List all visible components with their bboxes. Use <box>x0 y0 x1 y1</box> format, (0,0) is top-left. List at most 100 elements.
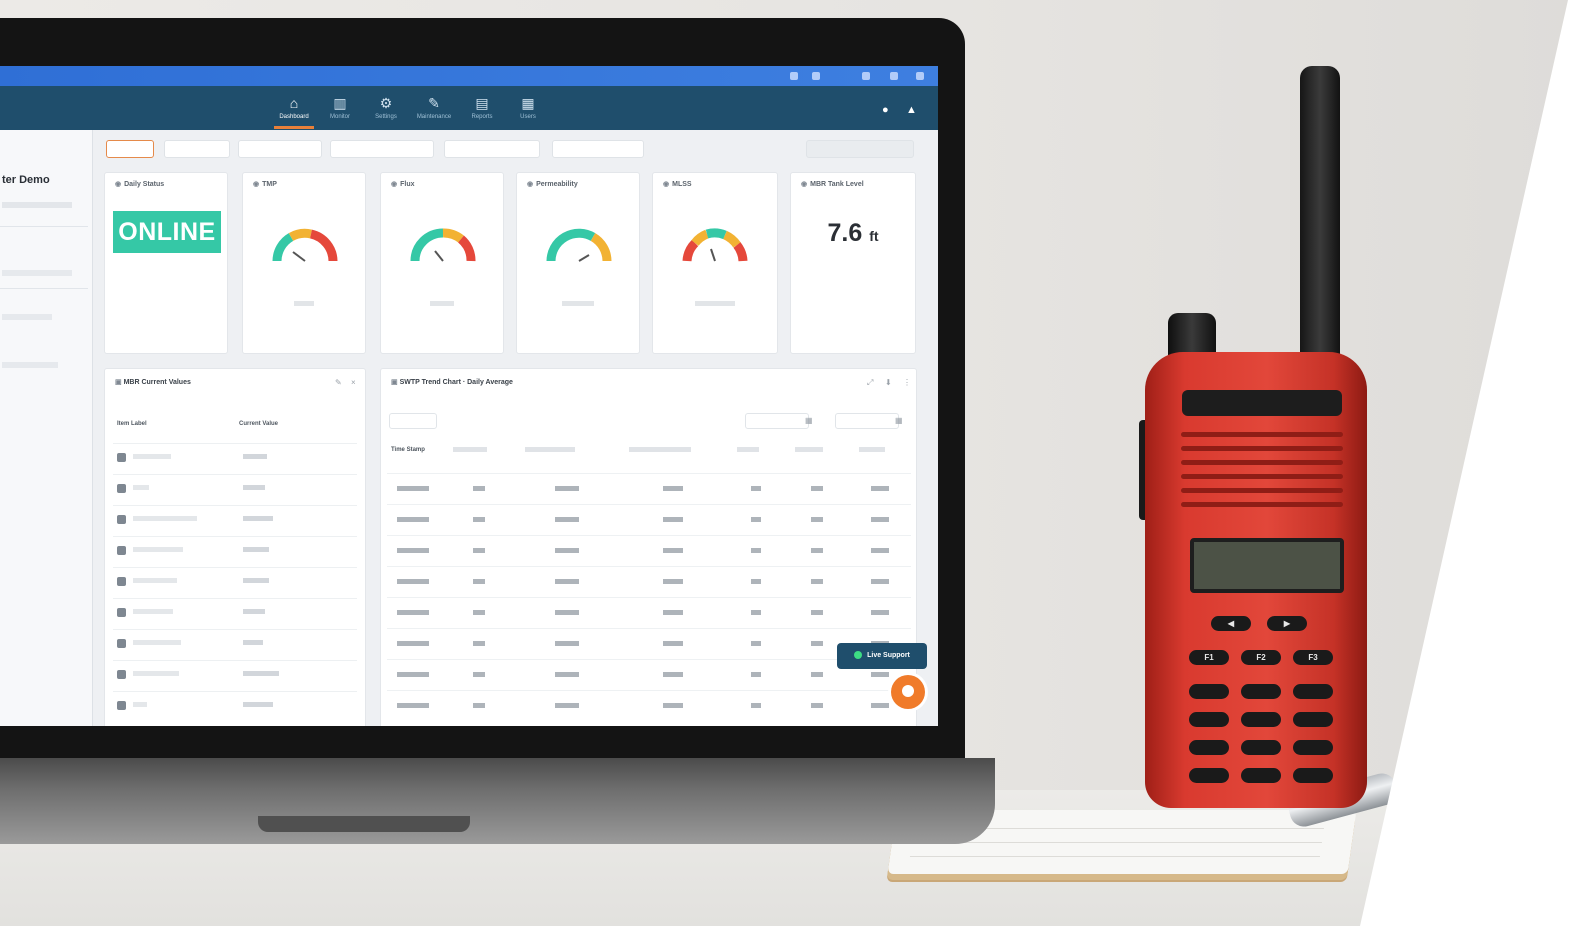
toolbar-action-button[interactable] <box>806 140 914 158</box>
filter-chip[interactable] <box>330 140 434 158</box>
table-cell <box>555 486 579 491</box>
notification-bell-icon[interactable]: ▲ <box>906 104 917 116</box>
sidebar-item[interactable] <box>2 270 72 276</box>
table-cell <box>663 610 683 615</box>
window-minimize-icon[interactable] <box>790 72 798 80</box>
live-support-button[interactable]: Live Support <box>837 643 927 669</box>
download-icon[interactable]: ⬇ <box>885 378 892 387</box>
radio-key-f2: F2 <box>1241 650 1281 665</box>
table-cell <box>555 672 579 677</box>
close-icon[interactable]: × <box>351 378 356 387</box>
table-cell <box>663 579 683 584</box>
more-options-icon[interactable]: ⋮ <box>903 378 911 387</box>
row-icon <box>117 670 126 679</box>
nav-label: Users <box>520 114 536 120</box>
sidebar-item[interactable] <box>2 362 58 368</box>
radio-key-right: ▶ <box>1267 616 1307 631</box>
table-cell <box>555 579 579 584</box>
table-cell <box>555 517 579 522</box>
period-select[interactable] <box>389 413 437 429</box>
table-cell <box>555 610 579 615</box>
item-label <box>133 702 147 707</box>
row-icon <box>117 639 126 648</box>
radio-keypad-key <box>1189 768 1229 783</box>
window-maximize-icon[interactable] <box>890 72 898 80</box>
panel-icon: ▣ <box>391 379 398 386</box>
gauge-value <box>695 301 735 306</box>
table-cell <box>751 703 761 708</box>
table-cell <box>751 672 761 677</box>
table-cell <box>397 703 429 708</box>
live-support-label: Live Support <box>867 652 910 659</box>
table-row <box>113 443 357 474</box>
filter-chip-mbr[interactable] <box>106 140 154 158</box>
sidebar-item[interactable] <box>2 314 52 320</box>
nav-item-reports[interactable]: ▤ Reports <box>462 95 502 120</box>
gauge-icon: ◉ <box>527 181 534 188</box>
end-date-input[interactable] <box>835 413 899 429</box>
sidebar-divider <box>0 288 88 289</box>
gauge-card-tmp: ◉ TMP <box>242 172 366 354</box>
window-restore-icon[interactable] <box>862 72 870 80</box>
table-row <box>387 535 911 567</box>
expand-icon[interactable]: ⤢ <box>867 378 873 388</box>
daily-average-panel: ▣ SWTP Trend Chart · Daily Average ⤢ ⬇ ⋮… <box>380 368 927 726</box>
item-label <box>133 516 197 521</box>
item-label <box>133 485 149 490</box>
filter-chip-dropdown[interactable] <box>552 140 644 158</box>
chat-bubble-icon[interactable] <box>891 675 925 709</box>
report-icon: ▤ <box>475 95 489 111</box>
calendar-icon[interactable]: ▦ <box>805 416 813 425</box>
filter-chip[interactable] <box>444 140 540 158</box>
calendar-icon[interactable]: ▦ <box>895 416 903 425</box>
wrench-icon: ✎ <box>428 95 440 111</box>
edit-icon[interactable]: ✎ <box>335 378 342 387</box>
table-cell <box>751 548 761 553</box>
table-row <box>113 536 357 567</box>
sidebar-divider <box>0 226 88 227</box>
filter-chip[interactable] <box>164 140 230 158</box>
table-cell <box>555 548 579 553</box>
chart-icon: ▥ <box>333 95 347 111</box>
table-cell <box>397 641 429 646</box>
table-row <box>387 659 911 691</box>
panel-title: ▣ SWTP Trend Chart · Daily Average <box>391 378 513 386</box>
nav-label: Monitor <box>329 114 350 120</box>
speaker-grille-slot <box>1181 460 1343 465</box>
radio-keypad-key <box>1293 712 1333 727</box>
nav-item-settings[interactable]: ⚙ Settings <box>366 95 406 120</box>
window-close-icon[interactable] <box>916 72 924 80</box>
online-dot-icon <box>854 651 863 660</box>
start-date-input[interactable] <box>745 413 809 429</box>
table-cell <box>871 579 889 584</box>
users-icon: ▦ <box>521 95 535 111</box>
radio-keypad-key <box>1293 768 1333 783</box>
card-title-text: TMP <box>262 181 277 188</box>
row-icon <box>117 608 126 617</box>
radio-key-f1: F1 <box>1189 650 1229 665</box>
user-avatar-icon[interactable]: ● <box>882 104 889 116</box>
nav-item-dashboard[interactable]: ⌂ Dashboard <box>274 95 314 120</box>
table-cell <box>663 672 683 677</box>
table-row <box>387 690 911 722</box>
table-cell <box>751 579 761 584</box>
table-cell <box>397 672 429 677</box>
filter-chip[interactable] <box>238 140 322 158</box>
site-title: ter Demo <box>2 174 50 186</box>
two-way-radio: ◀ ▶ F1 F2 F3 <box>1145 352 1367 808</box>
window-extension-icon[interactable] <box>812 72 820 80</box>
item-label <box>133 578 177 583</box>
table-cell <box>473 610 485 615</box>
table-cell <box>555 703 579 708</box>
table-cell <box>751 610 761 615</box>
nav-item-maintenance[interactable]: ✎ Maintenance <box>414 95 454 120</box>
item-label <box>133 640 181 645</box>
radio-lcd-display <box>1190 538 1344 593</box>
card-title-text: MLSS <box>672 181 692 188</box>
table-row <box>113 567 357 598</box>
gauge-card-flux: ◉ Flux <box>380 172 504 354</box>
nav-item-users[interactable]: ▦ Users <box>508 95 548 120</box>
radio-keypad-key <box>1189 712 1229 727</box>
nav-item-monitor[interactable]: ▥ Monitor <box>320 95 360 120</box>
table-cell <box>397 610 429 615</box>
